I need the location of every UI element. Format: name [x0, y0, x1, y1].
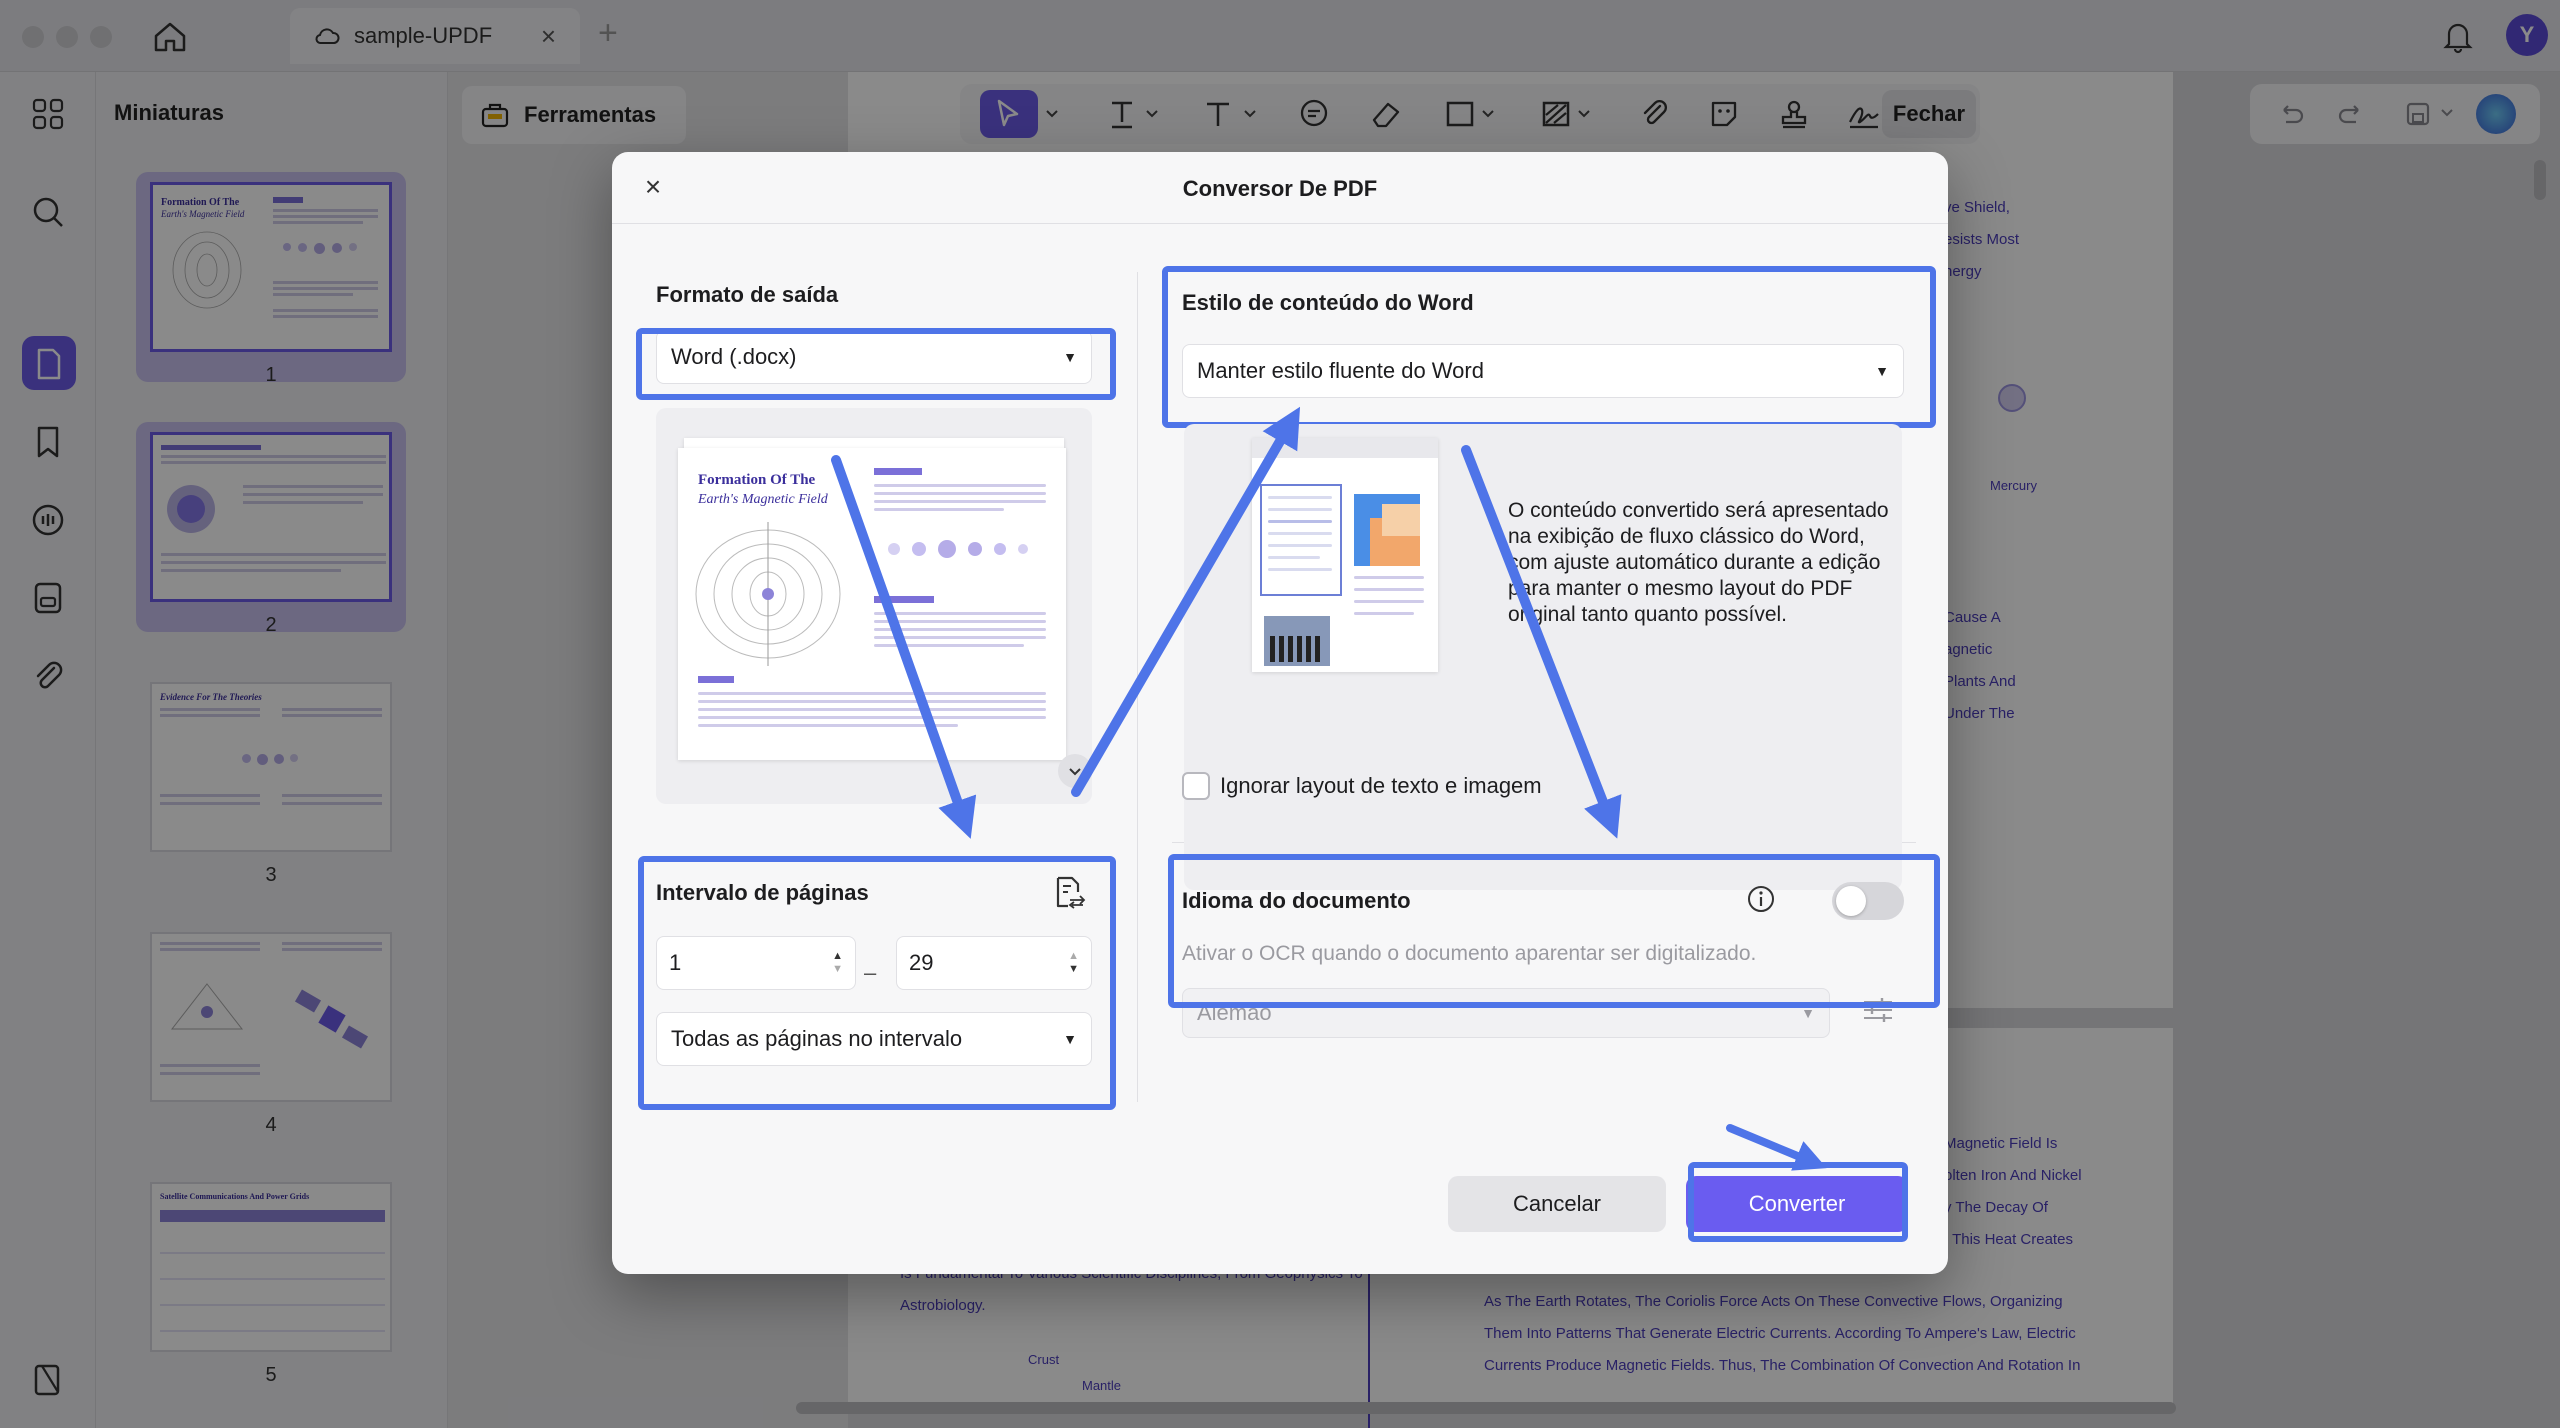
arrow-to-page-range: [831, 455, 977, 839]
arrow-to-document-language: [1461, 445, 1622, 839]
tutorial-arrows: [831, 406, 1827, 1171]
arrow-to-convert: [1726, 1124, 1827, 1171]
arrow-to-word-style: [1071, 406, 1301, 797]
